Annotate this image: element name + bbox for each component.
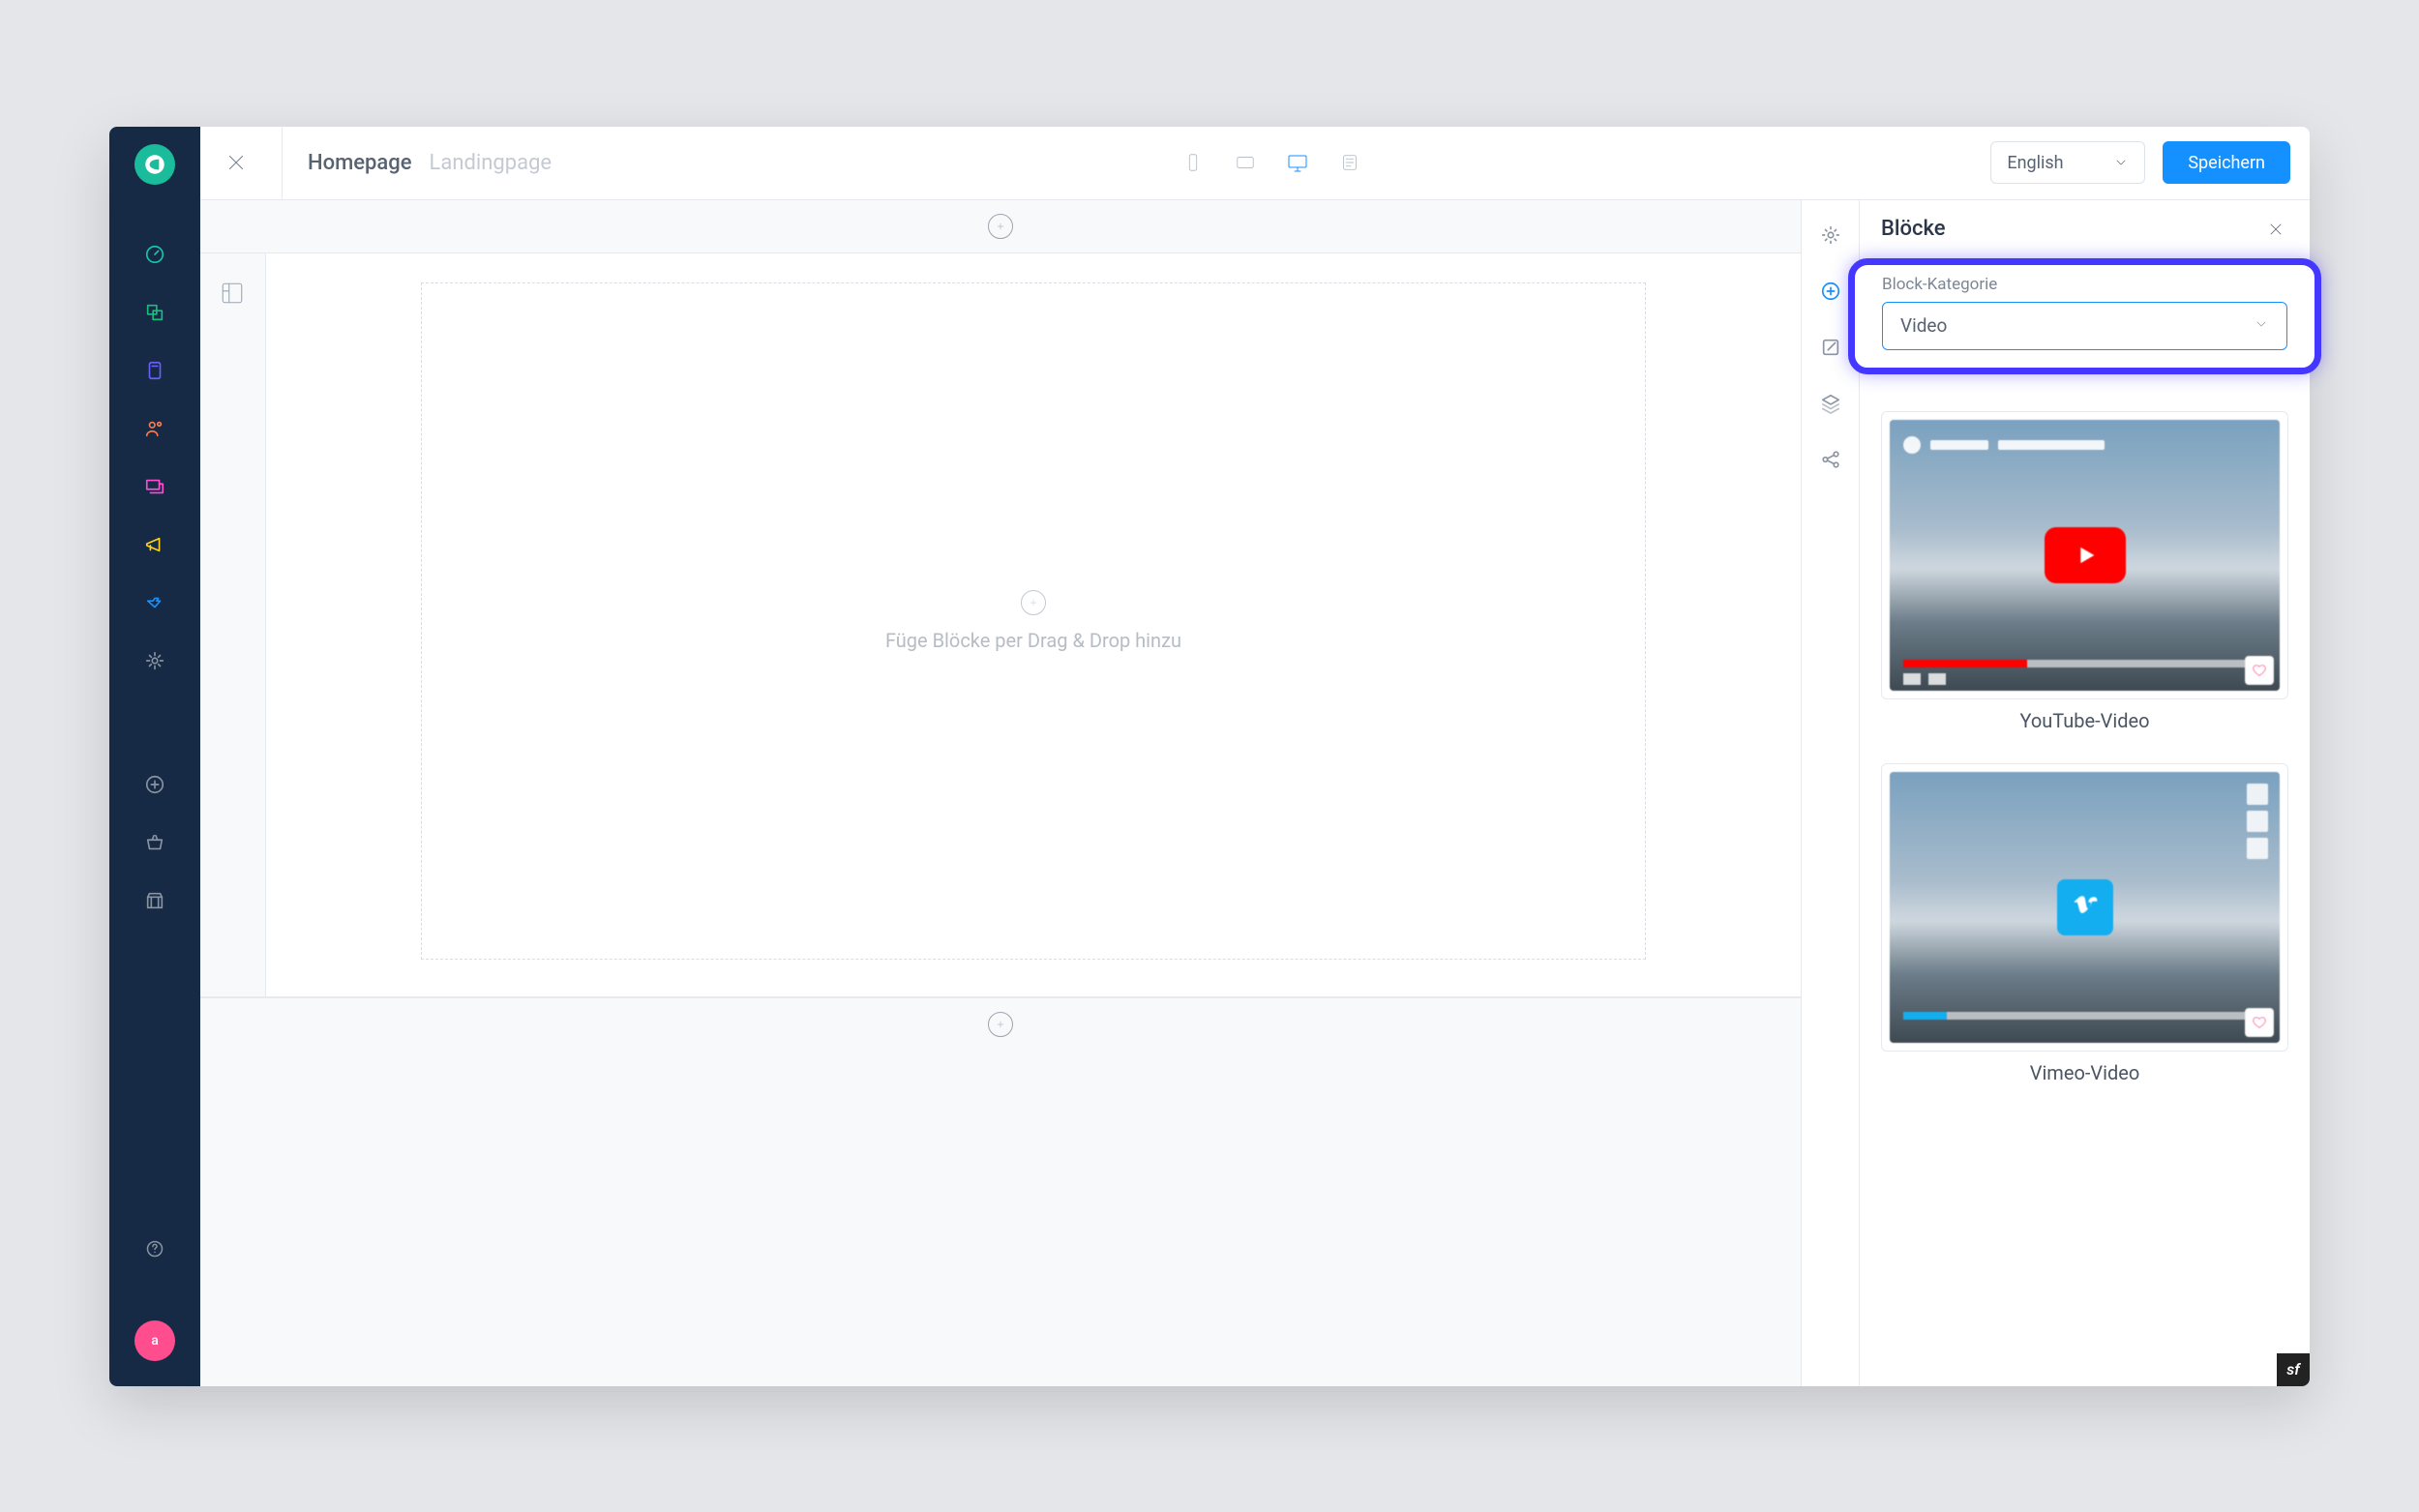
chevron-down-icon bbox=[2254, 314, 2269, 337]
top-bar: Homepage Landingpage English Speichern bbox=[200, 127, 2310, 200]
tool-share[interactable] bbox=[1815, 444, 1846, 475]
nav-add[interactable] bbox=[141, 771, 168, 798]
vimeo-icon bbox=[2057, 879, 2113, 935]
panel-close-button[interactable] bbox=[2263, 217, 2288, 242]
add-section-top-button[interactable] bbox=[988, 214, 1013, 239]
nav-dashboard[interactable] bbox=[141, 241, 168, 268]
favorite-icon[interactable] bbox=[2245, 1008, 2274, 1037]
nav-extensions[interactable] bbox=[141, 589, 168, 616]
nav-rail: a bbox=[109, 127, 200, 1386]
nav-help[interactable] bbox=[141, 1235, 168, 1262]
block-item-vimeo[interactable]: Vimeo-Video bbox=[1881, 763, 2288, 1084]
nav-settings[interactable] bbox=[141, 647, 168, 674]
tool-settings[interactable] bbox=[1815, 220, 1846, 251]
symfony-badge: sf bbox=[2277, 1353, 2310, 1386]
nav-customers[interactable] bbox=[141, 415, 168, 442]
close-editor-button[interactable] bbox=[220, 146, 253, 179]
dropzone-add-icon bbox=[1021, 590, 1046, 615]
section-add-top bbox=[200, 200, 1801, 253]
nav-content[interactable] bbox=[141, 473, 168, 500]
brand-logo bbox=[134, 144, 175, 185]
tool-edit[interactable] bbox=[1815, 332, 1846, 363]
nav-list bbox=[141, 241, 168, 914]
sidebar-toolstrip bbox=[1801, 200, 1859, 1386]
nav-orders[interactable] bbox=[141, 357, 168, 384]
chevron-down-icon bbox=[2113, 155, 2129, 170]
section-layout-button[interactable] bbox=[220, 281, 247, 308]
nav-marketing[interactable] bbox=[141, 531, 168, 558]
block-category-highlight: Block-Kategorie Video bbox=[1848, 258, 2321, 374]
viewport-desktop[interactable] bbox=[1278, 143, 1317, 182]
viewport-form[interactable] bbox=[1330, 143, 1369, 182]
stage: Füge Blöcke per Drag & Drop hinzu bbox=[266, 253, 1801, 996]
dropzone-hint: Füge Blöcke per Drag & Drop hinzu bbox=[885, 629, 1181, 652]
add-section-bottom-button[interactable] bbox=[988, 1012, 1013, 1037]
nav-catalogues[interactable] bbox=[141, 299, 168, 326]
app-window: a Homepage Landingpage English bbox=[109, 127, 2310, 1386]
block-list: YouTube-Video Vimeo-Video bbox=[1860, 384, 2310, 1112]
language-value: English bbox=[2007, 153, 2063, 173]
panel-title: Blöcke bbox=[1881, 217, 1946, 241]
vimeo-thumbnail bbox=[1890, 772, 2280, 1043]
viewport-tablet[interactable] bbox=[1226, 143, 1265, 182]
viewport-switcher bbox=[1174, 143, 1369, 182]
language-select[interactable]: English bbox=[1990, 141, 2145, 184]
block-category-value: Video bbox=[1900, 314, 1947, 337]
workbench: Füge Blöcke per Drag & Drop hinzu bbox=[200, 200, 2310, 1386]
user-avatar[interactable]: a bbox=[134, 1320, 175, 1361]
block-item-youtube[interactable]: YouTube-Video bbox=[1881, 411, 2288, 732]
nav-store[interactable] bbox=[141, 887, 168, 914]
favorite-icon[interactable] bbox=[2245, 656, 2274, 685]
tool-blocks[interactable] bbox=[1815, 276, 1846, 307]
section-add-bottom bbox=[200, 997, 1801, 1051]
nav-basket[interactable] bbox=[141, 829, 168, 856]
youtube-thumbnail bbox=[1890, 420, 2280, 691]
block-category-label: Block-Kategorie bbox=[1882, 275, 2287, 294]
viewport-mobile[interactable] bbox=[1174, 143, 1212, 182]
tool-layers[interactable] bbox=[1815, 388, 1846, 419]
breadcrumb-secondary[interactable]: Landingpage bbox=[430, 151, 552, 175]
save-button[interactable]: Speichern bbox=[2163, 141, 2290, 184]
canvas-column: Füge Blöcke per Drag & Drop hinzu bbox=[200, 200, 1801, 1386]
main-area: Homepage Landingpage English Speichern bbox=[200, 127, 2310, 1386]
blocks-panel: Blöcke Block-Kategorie Video bbox=[1859, 200, 2310, 1386]
block-label-vimeo: Vimeo-Video bbox=[1881, 1061, 2288, 1084]
drop-zone[interactable]: Füge Blöcke per Drag & Drop hinzu bbox=[421, 282, 1646, 960]
breadcrumb-current[interactable]: Homepage bbox=[308, 151, 412, 175]
block-label-youtube: YouTube-Video bbox=[1881, 709, 2288, 732]
breadcrumb: Homepage Landingpage bbox=[308, 151, 552, 175]
block-category-select[interactable]: Video bbox=[1882, 302, 2287, 350]
play-icon bbox=[2045, 527, 2126, 583]
